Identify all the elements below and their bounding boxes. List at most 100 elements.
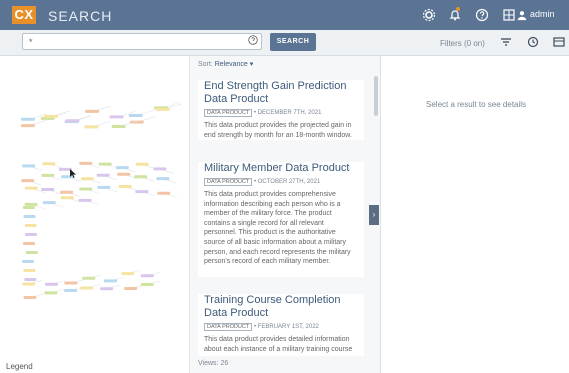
bell-icon[interactable] <box>448 8 462 22</box>
graph-node[interactable] <box>84 125 99 129</box>
graph-node[interactable] <box>60 190 74 194</box>
result-description: This data product provides comprehensive… <box>204 191 351 266</box>
view-toggle-icon[interactable] <box>553 36 565 48</box>
result-title[interactable]: Military Member Data Product <box>204 162 358 175</box>
graph-node[interactable] <box>98 162 112 166</box>
result-title[interactable]: Training Course Completion Data Product <box>204 294 358 320</box>
results-scrollbar[interactable] <box>374 76 378 116</box>
sort-control[interactable]: Sort: Relevance ▾ <box>198 60 253 68</box>
graph-node[interactable] <box>23 295 37 299</box>
legend-link[interactable]: Legend <box>6 362 33 371</box>
results-panel: Sort: Relevance ▾ End Strength Gain Pred… <box>190 56 381 373</box>
views-label: Views: <box>198 360 219 367</box>
graph-node[interactable] <box>96 173 110 177</box>
graph-node[interactable] <box>22 164 36 168</box>
graph-node[interactable] <box>157 191 171 195</box>
graph-node[interactable] <box>22 206 35 209</box>
graph-node[interactable] <box>97 185 111 189</box>
graph-node[interactable] <box>115 166 129 170</box>
graph-node[interactable] <box>20 117 35 121</box>
result-description: This data product provides detailed info… <box>204 336 353 353</box>
user-name[interactable]: admin <box>530 9 555 19</box>
graph-node[interactable] <box>24 233 37 236</box>
sort-dropdown[interactable]: Relevance ▾ <box>215 61 254 68</box>
graph-node[interactable] <box>24 186 38 190</box>
graph-node[interactable] <box>79 187 93 191</box>
views-counter: Views: 26 <box>198 360 228 367</box>
graph-node[interactable] <box>100 287 114 291</box>
graph-node[interactable] <box>44 114 59 118</box>
graph-node[interactable] <box>20 124 35 128</box>
graph-node[interactable] <box>78 198 92 202</box>
graph-node[interactable] <box>24 202 38 206</box>
detail-panel: Select a result to see details <box>381 56 569 373</box>
graph-node[interactable] <box>155 107 170 111</box>
graph-node[interactable] <box>21 179 35 183</box>
graph-node[interactable] <box>24 224 37 227</box>
graph-node[interactable] <box>140 282 154 286</box>
graph-node[interactable] <box>134 175 148 179</box>
collapse-panel-button[interactable]: › <box>369 205 379 225</box>
notification-dot <box>456 7 460 11</box>
result-card[interactable]: Training Course Completion Data Product … <box>198 294 364 356</box>
graph-node[interactable] <box>64 281 78 285</box>
graph-node[interactable] <box>64 289 78 293</box>
search-button[interactable]: SEARCH <box>270 33 316 51</box>
graph-node[interactable] <box>156 177 170 181</box>
graph-node[interactable] <box>121 272 135 276</box>
app-logo: CX <box>12 6 36 24</box>
graph-node[interactable] <box>41 187 55 191</box>
graph-node[interactable] <box>135 190 149 194</box>
graph-node[interactable] <box>118 185 132 189</box>
result-meta: DATA PRODUCT • DECEMBER 7TH, 2021 <box>204 109 358 117</box>
graph-node[interactable] <box>103 279 117 283</box>
result-card[interactable]: End Strength Gain Prediction Data Produc… <box>198 80 364 141</box>
graph-node[interactable] <box>44 291 58 295</box>
settings-icon[interactable] <box>422 8 436 22</box>
graph-node[interactable] <box>22 260 35 263</box>
graph-node[interactable] <box>42 162 56 166</box>
graph-node[interactable] <box>80 286 94 290</box>
graph-node[interactable] <box>44 282 58 286</box>
graph-node[interactable] <box>82 276 96 280</box>
result-title[interactable]: End Strength Gain Prediction Data Produc… <box>204 80 358 106</box>
graph-node[interactable] <box>85 109 100 113</box>
graph-node[interactable] <box>80 177 94 181</box>
graph-node[interactable] <box>41 173 55 177</box>
result-card[interactable]: Military Member Data Product DATA PRODUC… <box>198 162 364 277</box>
graph-node[interactable] <box>135 162 149 166</box>
graph-node[interactable] <box>25 251 38 254</box>
search-toolbar: * SEARCH Filters (0 on) <box>0 30 569 56</box>
graph-node[interactable] <box>153 167 167 171</box>
graph-node[interactable] <box>22 282 36 286</box>
search-input[interactable]: * <box>22 33 262 50</box>
clear-search-icon[interactable] <box>248 35 258 45</box>
graph-node[interactable] <box>23 242 36 245</box>
apps-grid-icon[interactable] <box>502 8 516 22</box>
graph-node[interactable] <box>124 287 138 291</box>
user-icon[interactable] <box>516 8 528 22</box>
result-date: • FEBRUARY 1ST, 2022 <box>253 324 319 330</box>
graph-node[interactable] <box>23 269 36 272</box>
result-meta: DATA PRODUCT • OCTOBER 27TH, 2021 <box>204 178 358 186</box>
empty-detail-message: Select a result to see details <box>426 100 527 109</box>
graph-node[interactable] <box>128 113 143 117</box>
graph-node[interactable] <box>140 274 154 278</box>
graph-node[interactable] <box>109 115 124 119</box>
graph-node[interactable] <box>42 201 56 205</box>
graph-node[interactable] <box>23 215 36 218</box>
graph-panel[interactable]: Legend <box>0 56 190 373</box>
help-icon[interactable] <box>475 8 489 22</box>
lineage-graph[interactable] <box>0 56 189 356</box>
graph-node[interactable] <box>65 119 80 123</box>
graph-node[interactable] <box>60 196 74 200</box>
filters-status: Filters (0 on) <box>440 39 485 48</box>
graph-node[interactable] <box>24 278 37 281</box>
graph-node[interactable] <box>79 161 93 165</box>
history-icon[interactable] <box>527 36 539 48</box>
result-type-badge: DATA PRODUCT <box>204 178 253 186</box>
graph-node[interactable] <box>111 124 126 128</box>
result-date: • OCTOBER 27TH, 2021 <box>253 179 321 185</box>
graph-node[interactable] <box>117 172 131 176</box>
filter-icon[interactable] <box>500 36 512 48</box>
